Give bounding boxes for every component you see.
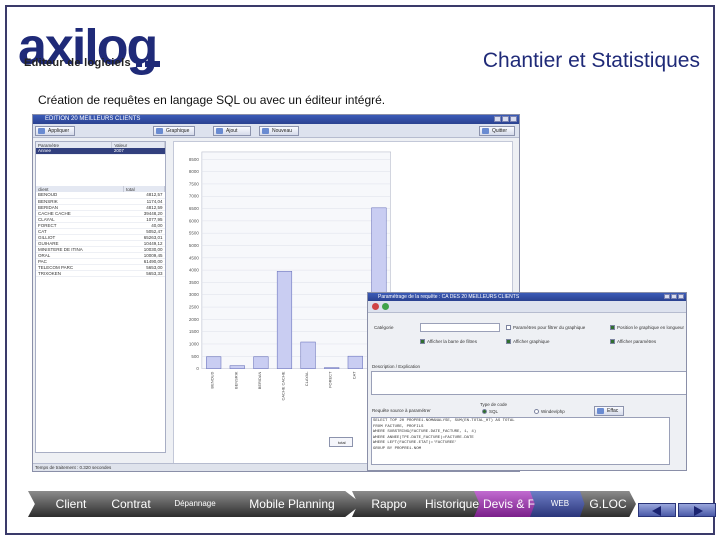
bar <box>324 367 340 369</box>
option-filter[interactable]: Paramètres pour filtrer du graphique <box>506 325 585 330</box>
y-tick-label: 1500 <box>189 329 199 334</box>
nav-gloc[interactable]: G.LOC <box>580 491 636 517</box>
quit-icon <box>482 128 489 134</box>
chart-icon <box>156 128 163 134</box>
x-tick-label: FORECT <box>328 371 333 388</box>
x-tick-label: BENSRIK <box>233 371 238 389</box>
sql-editor[interactable]: SELECT TOP 20 PROPRE1.NOMANALYSE, SUM(EN… <box>371 417 670 465</box>
y-tick-label: 1000 <box>189 341 199 346</box>
type-sql-radio[interactable]: SQL <box>482 409 498 414</box>
add-icon <box>216 128 223 134</box>
window-title: EDITION 20 MEILLEURS CLIENTS <box>45 116 141 122</box>
previous-slide-button[interactable] <box>638 503 676 517</box>
y-tick-label: 0 <box>196 366 199 371</box>
next-slide-button[interactable] <box>678 503 716 517</box>
new-button[interactable]: Nouveau <box>259 126 299 136</box>
q-close-button[interactable] <box>678 294 684 299</box>
codetype-label: Type de code <box>480 402 508 407</box>
close-button[interactable] <box>510 116 517 122</box>
source-label: Requête source à paramétrer <box>372 408 431 413</box>
q-maximize-button[interactable] <box>671 294 677 299</box>
nav-mobile-planning[interactable]: Mobile Planning <box>222 491 362 517</box>
y-tick-label: 3000 <box>189 292 199 297</box>
add-button[interactable]: Ajout <box>213 126 251 136</box>
y-tick-label: 7500 <box>189 181 199 186</box>
cancel-icon[interactable] <box>372 303 379 310</box>
arrow-left-icon <box>652 506 661 516</box>
page-title: Chantier et Statistiques <box>482 49 700 72</box>
y-tick-label: 4500 <box>189 255 199 260</box>
query-titlebar: Paramétrage de la requête : CA DES 20 ME… <box>368 293 686 301</box>
description-label: Description / Explication <box>372 364 421 369</box>
table-row[interactable]: TRIXOKEN 5653,33 <box>36 270 165 277</box>
q-minimize-button[interactable] <box>664 294 670 299</box>
bar <box>206 356 222 369</box>
minimize-button[interactable] <box>494 116 501 122</box>
left-panel: Paramètre Valeur Annee 2007 client total BE… <box>35 141 166 453</box>
y-tick-label: 5000 <box>189 243 199 248</box>
logo-subtitle: Editeur de logiciels <box>24 57 131 69</box>
series-checkbox[interactable]: total <box>329 437 353 447</box>
category-label: Catégorie <box>374 325 394 330</box>
option-length[interactable]: Position le graphique en longueur <box>610 325 684 330</box>
x-tick-label: BENOUD <box>210 371 215 388</box>
y-tick-label: 8000 <box>189 169 199 174</box>
quit-button[interactable]: Quitter <box>479 126 515 136</box>
nav-contrat[interactable]: Contrat <box>96 491 166 517</box>
y-tick-label: 2500 <box>189 305 199 310</box>
description-textarea[interactable] <box>371 371 686 395</box>
bottom-nav: Client Contrat Dépannage Mobile Planning… <box>0 491 720 517</box>
y-tick-label: 6000 <box>189 218 199 223</box>
arrow-right-icon <box>694 506 703 516</box>
category-input[interactable] <box>420 323 500 332</box>
x-tick-label: CAT <box>351 371 356 379</box>
toolbar: Appliquer Graphique Ajout Nouveau Quitte… <box>33 124 519 138</box>
y-tick-label: 8500 <box>189 157 199 162</box>
nav-web[interactable]: WEB <box>530 491 590 517</box>
query-toolbar <box>368 301 686 313</box>
y-tick-label: 7000 <box>189 194 199 199</box>
type-windev-radio[interactable]: Windev/php <box>534 409 565 414</box>
clear-button[interactable]: Effac <box>594 406 624 416</box>
bar <box>253 356 269 369</box>
bar <box>300 341 316 369</box>
x-tick-label: BERIDAN <box>257 371 262 389</box>
option-filterbar[interactable]: Afficher la barre de filtres <box>420 339 477 344</box>
maximize-button[interactable] <box>502 116 509 122</box>
apply-button[interactable]: Appliquer <box>35 126 75 136</box>
logo-dots <box>136 61 160 67</box>
option-chart[interactable]: Afficher graphique <box>506 339 549 344</box>
y-tick-label: 3500 <box>189 280 199 285</box>
option-params[interactable]: Afficher paramètres <box>610 339 656 344</box>
bar <box>347 355 363 369</box>
page-subtitle: Création de requêtes en langage SQL ou a… <box>38 93 386 107</box>
x-tick-label: CLAYAL <box>304 371 309 386</box>
apply-icon <box>38 128 45 134</box>
window-titlebar: EDITION 20 MEILLEURS CLIENTS <box>33 115 519 124</box>
y-tick-label: 5500 <box>189 231 199 236</box>
table-row[interactable]: Annee 2007 <box>36 148 165 155</box>
y-tick-label: 500 <box>191 354 199 359</box>
validate-icon[interactable] <box>382 303 389 310</box>
bar <box>229 365 245 369</box>
plot-area <box>201 151 392 369</box>
chart-button[interactable]: Graphique <box>153 126 195 136</box>
y-tick-label: 2000 <box>189 317 199 322</box>
y-tick-label: 6500 <box>189 206 199 211</box>
query-window: Paramétrage de la requête : CA DES 20 ME… <box>367 292 687 471</box>
bar <box>276 271 293 369</box>
new-icon <box>262 128 269 134</box>
y-tick-label: 4000 <box>189 268 199 273</box>
query-window-title: Paramétrage de la requête : CA DES 20 ME… <box>378 294 520 300</box>
results-table: client total BENOUD 4812,57 BENSRIK 1174,04 B… <box>36 186 165 277</box>
nav-depannage[interactable]: Dépannage <box>156 491 234 517</box>
x-tick-label: CACHE CACHE <box>280 371 285 400</box>
parameters-table: Paramètre Valeur Annee 2007 <box>36 142 165 155</box>
clear-icon <box>597 408 604 414</box>
